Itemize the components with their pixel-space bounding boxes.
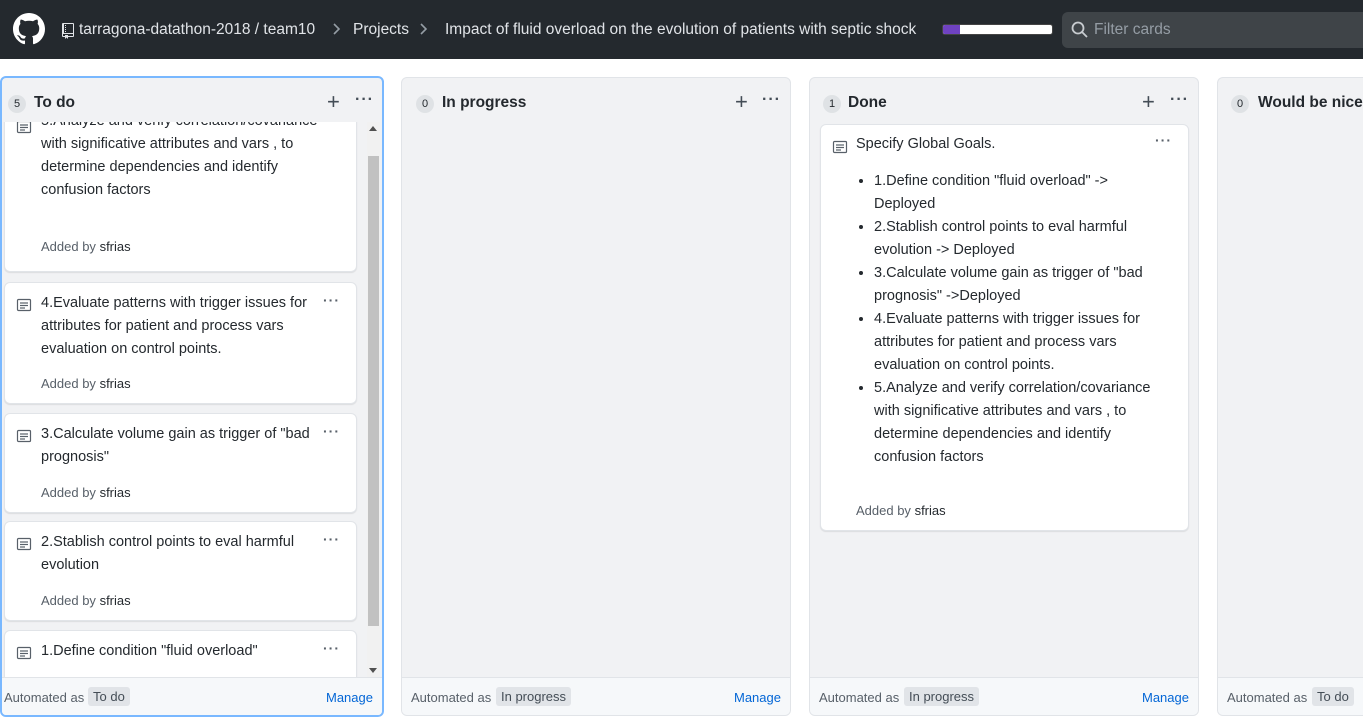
progress-fill — [943, 25, 961, 34]
chevron-right-icon — [333, 23, 341, 35]
search-icon — [1071, 21, 1088, 38]
card-note-text: 4.Evaluate patterns with trigger issues … — [41, 295, 307, 357]
note-icon — [16, 429, 32, 443]
top-header: tarragona-datathon-2018 / team10 Project… — [0, 0, 1363, 59]
card-item-2[interactable]: ··· 2.Stablish control points to eval ha… — [4, 521, 357, 621]
added-by-user-link[interactable]: sfrias — [100, 376, 131, 391]
goals-list: 1.Define condition "fluid overload" -> D… — [874, 170, 1164, 469]
add-card-plus-icon[interactable]: + — [1142, 91, 1155, 113]
project-title[interactable]: Impact of fluid overload on the evolutio… — [445, 21, 916, 39]
card-note-title: Specify Global Goals. — [856, 136, 996, 152]
card-note-text: 5.Analyze and verify correlation/covaria… — [41, 122, 317, 198]
card-menu-icon[interactable]: ··· — [323, 122, 340, 125]
added-by: Added by sfrias — [41, 376, 131, 391]
note-icon — [16, 537, 32, 551]
added-by: Added by sfrias — [41, 485, 131, 500]
goal-item: 2.Stablish control points to eval harmfu… — [874, 216, 1164, 262]
column-footer: Automated as In progress Manage — [402, 677, 790, 715]
automation-badge: In progress — [496, 687, 572, 706]
card-count-badge: 0 — [1231, 95, 1249, 113]
chevron-right-icon — [420, 23, 428, 35]
column-header: 5 To do + ··· — [2, 78, 382, 122]
added-by-user-link[interactable]: sfrias — [100, 485, 131, 500]
goal-item: 4.Evaluate patterns with trigger issues … — [874, 308, 1164, 377]
column-header: 0 Would be nice — [1218, 78, 1363, 122]
filter-cards-box[interactable] — [1062, 12, 1363, 48]
automation-badge: To do — [1312, 687, 1354, 706]
card-note-text: 2.Stablish control points to eval harmfu… — [41, 534, 295, 573]
card-menu-icon[interactable]: ··· — [323, 423, 340, 439]
column-title: In progress — [442, 94, 527, 111]
note-icon — [16, 122, 32, 134]
column-done[interactable]: 1 Done + ··· Specify Global Goals. ··· 1… — [809, 77, 1199, 716]
scroll-down-arrow-icon[interactable] — [369, 668, 377, 673]
card-menu-icon[interactable]: ··· — [323, 531, 340, 547]
added-by-user-link[interactable]: sfrias — [100, 239, 131, 254]
manage-automation-link[interactable]: Manage — [1142, 690, 1189, 705]
card-item-1[interactable]: ··· 1.Define condition "fluid overload" — [4, 630, 357, 677]
added-by-user-link[interactable]: sfrias — [915, 503, 946, 518]
card-count-badge: 0 — [416, 95, 434, 113]
repo-link[interactable]: tarragona-datathon-2018 / team10 — [79, 21, 315, 39]
column-header: 1 Done + ··· — [810, 78, 1198, 122]
added-by-user-link[interactable]: sfrias — [100, 593, 131, 608]
column-in-progress[interactable]: 0 In progress + ··· Automated as In prog… — [401, 77, 791, 716]
goal-item: 3.Calculate volume gain as trigger of "b… — [874, 262, 1164, 308]
column-menu-icon[interactable]: ··· — [1170, 91, 1189, 109]
github-logo-icon[interactable] — [13, 13, 45, 45]
card-item-5[interactable]: ··· 5.Analyze and verify correlation/cov… — [4, 122, 357, 272]
column-scrollbar[interactable] — [367, 122, 380, 677]
filter-cards-input[interactable] — [1094, 18, 1354, 42]
column-menu-icon[interactable]: ··· — [762, 91, 781, 109]
added-by: Added by sfrias — [41, 239, 131, 254]
project-board: 5 To do + ··· ··· 5.Analyze and verify c… — [0, 59, 1363, 724]
add-card-plus-icon[interactable]: + — [327, 91, 340, 113]
automation-badge: To do — [88, 687, 130, 706]
column-menu-icon[interactable]: ··· — [355, 91, 374, 109]
automation-badge: In progress — [904, 687, 980, 706]
column-header: 0 In progress + ··· — [402, 78, 790, 122]
column-would-be-nice[interactable]: 0 Would be nice Automated as To do — [1217, 77, 1363, 716]
card-count-badge: 5 — [8, 95, 26, 113]
card-note-text: 1.Define condition "fluid overload" — [41, 643, 258, 659]
card-list: ··· 5.Analyze and verify correlation/cov… — [2, 122, 367, 677]
card-menu-icon[interactable]: ··· — [1155, 132, 1172, 148]
column-footer: Automated as In progress Manage — [810, 677, 1198, 715]
note-icon — [832, 140, 848, 154]
scroll-up-arrow-icon[interactable] — [369, 126, 377, 131]
card-item-4[interactable]: ··· 4.Evaluate patterns with trigger iss… — [4, 282, 357, 404]
card-item-global-goals[interactable]: Specify Global Goals. ··· 1.Define condi… — [820, 124, 1189, 531]
column-footer: Automated as To do Manage — [2, 677, 382, 715]
column-title: Done — [848, 94, 887, 111]
column-title: To do — [34, 94, 76, 111]
column-title: Would be nice — [1258, 94, 1363, 111]
repo-icon — [62, 23, 74, 39]
automated-label: Automated as — [1227, 690, 1308, 705]
project-progress-bar — [942, 24, 1053, 35]
add-card-plus-icon[interactable]: + — [735, 91, 748, 113]
manage-automation-link[interactable]: Manage — [326, 690, 373, 705]
goal-item: 1.Define condition "fluid overload" -> D… — [874, 170, 1164, 216]
automated-label: Automated as — [411, 690, 492, 705]
note-icon — [16, 298, 32, 312]
card-menu-icon[interactable]: ··· — [323, 640, 340, 656]
automated-label: Automated as — [819, 690, 900, 705]
card-item-3[interactable]: ··· 3.Calculate volume gain as trigger o… — [4, 413, 357, 513]
card-count-badge: 1 — [823, 95, 841, 113]
manage-automation-link[interactable]: Manage — [734, 690, 781, 705]
added-by: Added by sfrias — [41, 593, 131, 608]
automated-label: Automated as — [4, 690, 85, 705]
scroll-thumb[interactable] — [368, 156, 379, 626]
column-todo[interactable]: 5 To do + ··· ··· 5.Analyze and verify c… — [0, 76, 384, 717]
added-by: Added by sfrias — [856, 503, 946, 518]
breadcrumb-projects[interactable]: Projects — [353, 21, 409, 39]
card-note-text: 3.Calculate volume gain as trigger of "b… — [41, 426, 310, 465]
column-footer: Automated as To do — [1218, 677, 1363, 715]
goal-item: 5.Analyze and verify correlation/covaria… — [874, 377, 1164, 469]
note-icon — [16, 646, 32, 660]
